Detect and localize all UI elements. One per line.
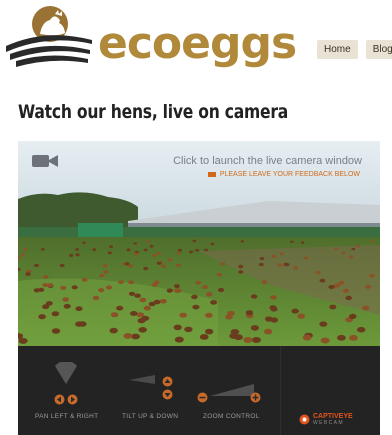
live-camera-widget[interactable]: Click to launch the live camera window P… — [18, 141, 380, 435]
video-camera-icon — [32, 153, 58, 174]
feedback-label: PLEASE LEAVE YOUR FEEDBACK BELOW — [219, 171, 360, 178]
captiveye-sub: WEBCAM — [313, 420, 344, 426]
control-divider — [280, 346, 281, 435]
nav-item-home[interactable]: Home — [317, 40, 358, 59]
site-logo[interactable]: ecoeggs — [4, 4, 297, 76]
speech-bubble-icon — [207, 172, 216, 177]
pan-right-button[interactable] — [67, 392, 78, 410]
main-nav: Home Blog — [317, 40, 392, 59]
pan-fan-icon — [55, 362, 77, 384]
captiveye-name: CAPTIVEYE — [313, 413, 353, 420]
captiveye-logo-icon — [299, 414, 310, 425]
feedback-link[interactable]: PLEASE LEAVE YOUR FEEDBACK BELOW — [207, 171, 360, 178]
camera-control-bar: PAN LEFT & RIGHT TILT UP & DOWN ZOOM CON… — [18, 346, 380, 435]
hen-logo-icon — [6, 6, 92, 67]
tilt-indicator-icon — [129, 375, 155, 384]
page-title: Watch our hens, live on camera — [18, 101, 289, 123]
nav-item-blog[interactable]: Blog — [365, 40, 392, 59]
tilt-down-button[interactable] — [162, 387, 173, 405]
pan-left-button[interactable] — [54, 392, 65, 410]
launch-camera-link[interactable]: Click to launch the live camera window — [173, 155, 362, 167]
captiveye-badge[interactable]: CAPTIVEYE WEBCAM — [299, 413, 353, 426]
zoom-in-button[interactable] — [250, 390, 261, 408]
pan-label: PAN LEFT & RIGHT — [35, 413, 99, 420]
tilt-label: TILT UP & DOWN — [122, 413, 179, 420]
zoom-label: ZOOM CONTROL — [203, 413, 260, 420]
zoom-out-button[interactable] — [197, 390, 208, 408]
brand-name: ecoeggs — [98, 18, 297, 69]
